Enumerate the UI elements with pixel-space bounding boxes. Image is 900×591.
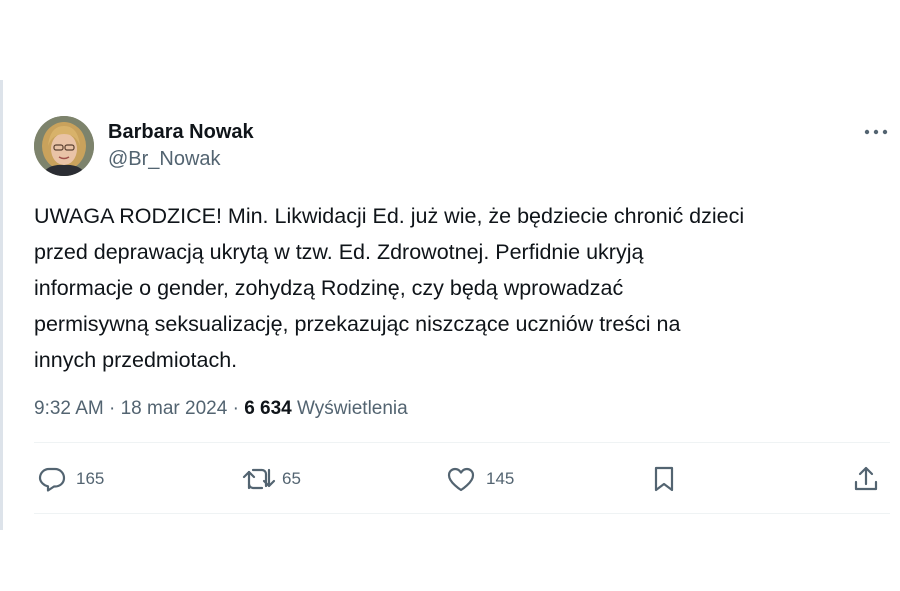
author-info: Barbara Nowak @Br_Nowak [108,120,254,172]
tweet-date[interactable]: 18 mar 2024 [121,398,228,419]
repost-icon [242,468,276,490]
meta-separator: · [227,398,245,419]
divider [34,513,890,514]
author-handle[interactable]: @Br_Nowak [108,146,254,172]
like-icon [447,467,475,492]
views-label: Wyświetlenia [297,398,408,419]
reply-icon [38,467,66,492]
action-bar: 165 65 145 [34,443,890,513]
tweet-card: Barbara Nowak @Br_Nowak UWAGA RODZICE! M… [34,112,890,514]
author-display-name[interactable]: Barbara Nowak [108,120,254,144]
reply-button[interactable]: 165 [38,465,104,493]
left-border [0,80,3,530]
bookmark-button[interactable] [652,465,676,493]
reply-count: 165 [76,469,105,488]
tweet-meta: 9:32 AM · 18 mar 2024 · 6 634 Wyświetlen… [34,396,890,422]
views-count: 6 634 [244,398,292,419]
avatar[interactable] [34,116,94,176]
like-count: 145 [486,469,515,488]
avatar-image [34,116,94,176]
meta-separator: · [103,398,121,419]
repost-button[interactable]: 65 [242,465,301,493]
share-button[interactable] [852,465,880,493]
tweet-text: UWAGA RODZICE! Min. Likwidacji Ed. już w… [34,204,745,372]
like-button[interactable]: 145 [446,465,514,493]
tweet-time[interactable]: 9:32 AM [34,398,104,419]
more-options-icon[interactable] [862,122,890,142]
tweet-header: Barbara Nowak @Br_Nowak [34,112,890,180]
bookmark-icon [654,466,674,492]
repost-count: 65 [282,469,301,488]
share-icon [854,466,878,491]
